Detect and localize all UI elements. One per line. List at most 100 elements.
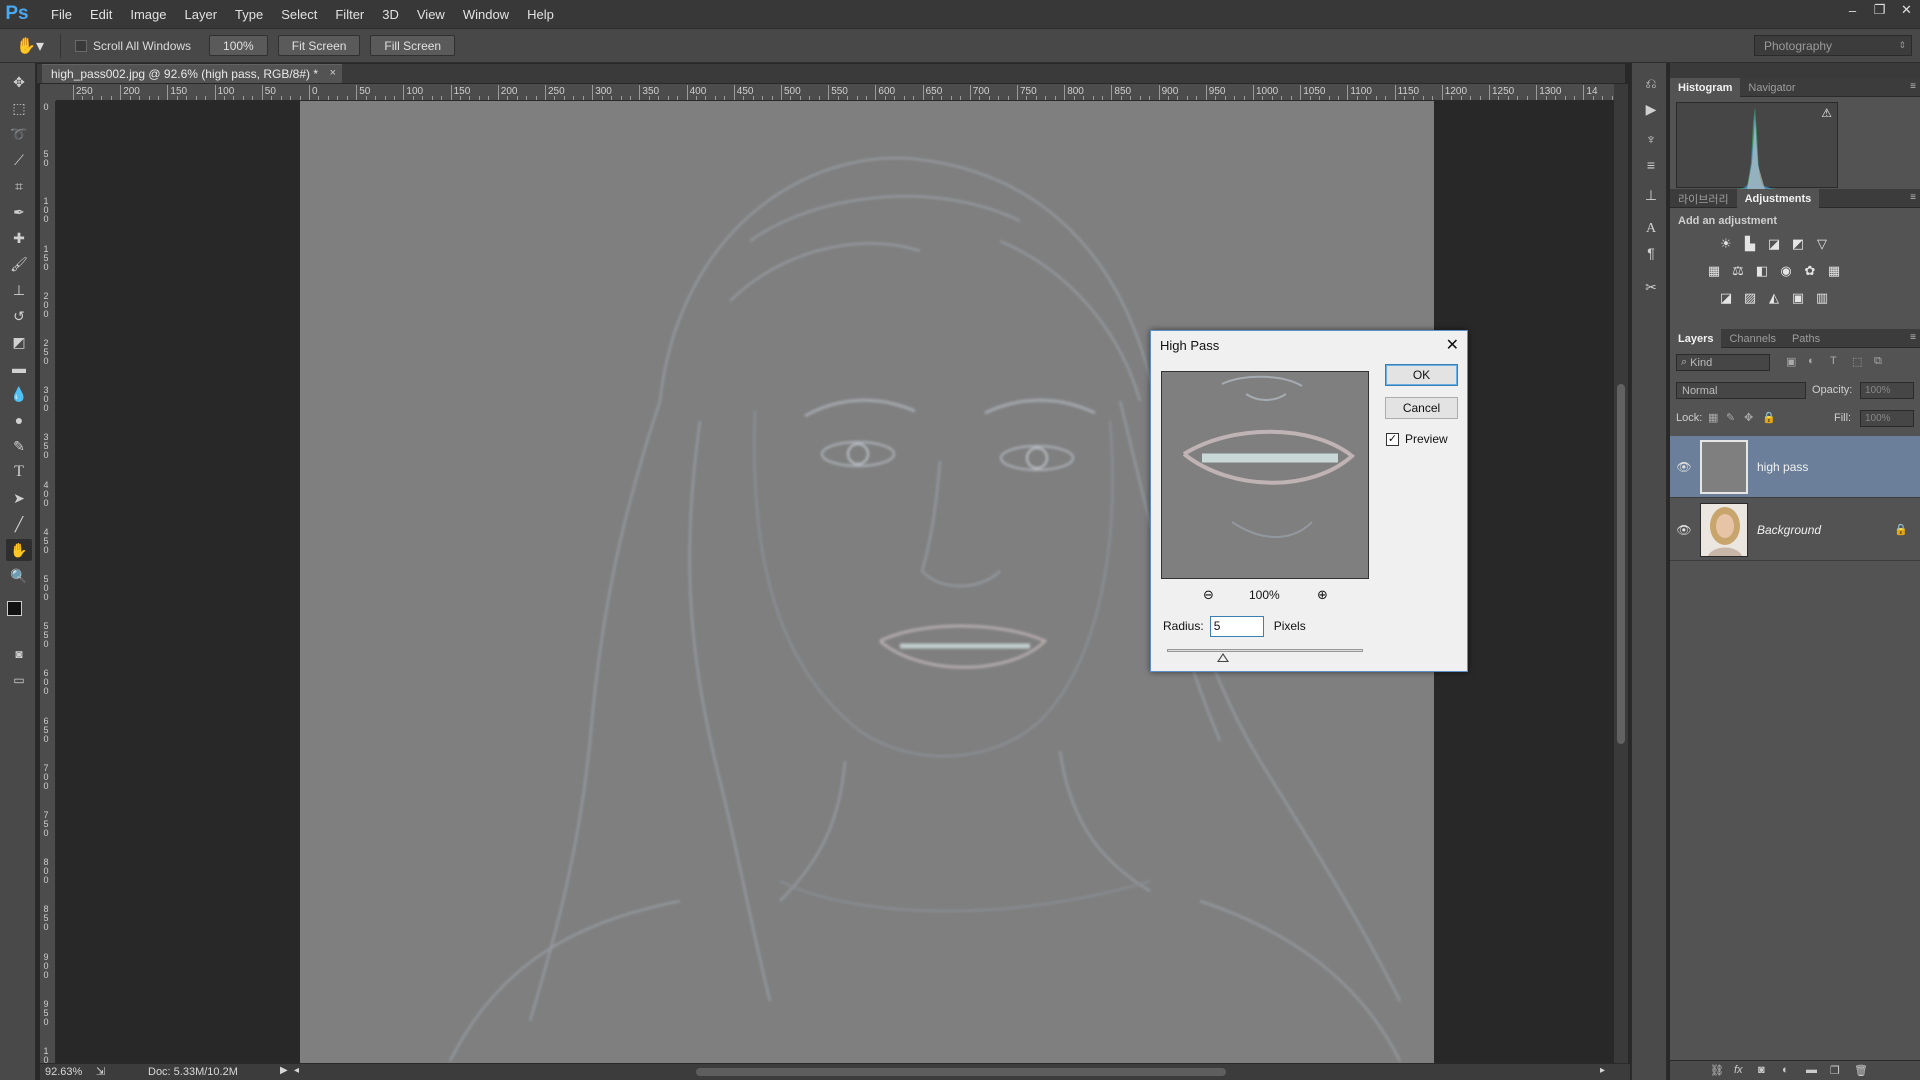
- tab-adjustments[interactable]: Adjustments: [1736, 189, 1820, 208]
- menu-type[interactable]: Type: [226, 7, 272, 22]
- gradient-tool-icon[interactable]: ▬: [6, 357, 32, 379]
- cancel-button[interactable]: Cancel: [1385, 397, 1458, 419]
- filter-shape-icon[interactable]: ⬚: [1852, 355, 1862, 368]
- invert-icon[interactable]: ◪: [1718, 290, 1734, 306]
- close-icon[interactable]: ✕: [1446, 335, 1459, 355]
- warning-icon[interactable]: ⚠: [1821, 106, 1832, 120]
- menu-view[interactable]: View: [408, 7, 454, 22]
- scroll-left-icon[interactable]: ◂: [294, 1065, 299, 1076]
- eye-icon[interactable]: 👁: [1670, 460, 1698, 474]
- panel-menu-icon[interactable]: ≡: [1910, 192, 1916, 203]
- brush-tool-icon[interactable]: 🖌: [6, 253, 32, 275]
- new-group-icon[interactable]: ▬: [1806, 1064, 1817, 1076]
- menu-edit[interactable]: Edit: [81, 7, 121, 22]
- path-selection-tool-icon[interactable]: ➤: [6, 487, 32, 509]
- blur-tool-icon[interactable]: 💧: [6, 383, 32, 405]
- hand-tool-icon[interactable]: ✋: [6, 539, 32, 561]
- radius-slider-track[interactable]: [1167, 649, 1363, 652]
- scroll-all-windows-checkbox[interactable]: Scroll All Windows: [75, 39, 191, 53]
- new-adjustment-layer-icon[interactable]: ◐: [1782, 1064, 1789, 1076]
- clone-source-icon[interactable]: ⊥: [1641, 185, 1661, 205]
- workspace-select[interactable]: Photography ⇕: [1754, 35, 1912, 56]
- lock-position-icon[interactable]: ✥: [1744, 411, 1753, 424]
- hand-tool-preset-icon[interactable]: ✋▾: [10, 36, 50, 56]
- zoom-in-icon[interactable]: ⊕: [1317, 587, 1328, 603]
- clone-stamp-tool-icon[interactable]: ⊥: [6, 279, 32, 301]
- filter-pixel-icon[interactable]: ▣: [1786, 355, 1796, 368]
- brush-settings-icon[interactable]: ≡: [1641, 155, 1661, 175]
- layer-row-high-pass[interactable]: 👁 high pass: [1670, 436, 1920, 498]
- menu-layer[interactable]: Layer: [176, 7, 227, 22]
- status-menu-arrow-icon[interactable]: ▶: [280, 1065, 288, 1076]
- zoom-tool-icon[interactable]: 🔍: [6, 565, 32, 587]
- foreground-color-swatch[interactable]: [7, 601, 22, 616]
- black-white-icon[interactable]: ◧: [1754, 263, 1770, 279]
- actions-play-icon[interactable]: ▶: [1641, 99, 1661, 119]
- gradient-map-icon[interactable]: ▥: [1814, 290, 1830, 306]
- type-tool-icon[interactable]: T: [6, 461, 32, 483]
- blend-mode-select[interactable]: Normal: [1676, 382, 1806, 399]
- horizontal-scroll-thumb[interactable]: [696, 1068, 1226, 1076]
- quick-select-tool-icon[interactable]: ⟋: [6, 149, 32, 171]
- tab-navigator[interactable]: Navigator: [1740, 78, 1803, 97]
- zoom-out-icon[interactable]: ⊖: [1203, 587, 1214, 603]
- zoom-100-button[interactable]: 100%: [209, 35, 268, 56]
- scroll-right-icon[interactable]: ▸: [1600, 1065, 1605, 1076]
- marquee-tool-icon[interactable]: ⬚: [6, 97, 32, 119]
- export-icon[interactable]: ⇲: [96, 1065, 105, 1078]
- photo-filter-icon[interactable]: ◉: [1778, 263, 1794, 279]
- menu-window[interactable]: Window: [454, 7, 518, 22]
- menu-help[interactable]: Help: [518, 7, 563, 22]
- opacity-input[interactable]: 100%: [1860, 382, 1914, 399]
- minimize-button[interactable]: –: [1839, 0, 1866, 20]
- channel-mixer-icon[interactable]: ✿: [1802, 263, 1818, 279]
- fx-icon[interactable]: fx: [1734, 1064, 1743, 1076]
- vertical-scroll-thumb[interactable]: [1617, 384, 1625, 744]
- menu-filter[interactable]: Filter: [326, 7, 373, 22]
- healing-brush-tool-icon[interactable]: ✚: [6, 227, 32, 249]
- link-layers-icon[interactable]: ⛓: [1710, 1064, 1724, 1077]
- vertical-scrollbar[interactable]: [1614, 84, 1628, 1066]
- document-tab[interactable]: high_pass002.jpg @ 92.6% (high pass, RGB…: [42, 64, 342, 83]
- brush-presets-icon[interactable]: ♆: [1641, 129, 1661, 149]
- restore-button[interactable]: ❐: [1866, 0, 1893, 20]
- eraser-tool-icon[interactable]: ◩: [6, 331, 32, 353]
- vibrance-icon[interactable]: ▽: [1814, 236, 1830, 252]
- checkbox-box[interactable]: [75, 39, 87, 52]
- add-mask-icon[interactable]: ◙: [1758, 1064, 1765, 1076]
- eye-icon[interactable]: 👁: [1670, 523, 1698, 537]
- lock-pixels-icon[interactable]: ✎: [1726, 411, 1735, 424]
- menu-select[interactable]: Select: [272, 7, 326, 22]
- screen-mode-icon[interactable]: ▭: [6, 669, 32, 691]
- lock-all-icon[interactable]: 🔒: [1762, 411, 1776, 424]
- tab-paths[interactable]: Paths: [1784, 329, 1828, 348]
- eyedropper-tool-icon[interactable]: ✒: [6, 201, 32, 223]
- curves-icon[interactable]: ◪: [1766, 236, 1782, 252]
- new-layer-icon[interactable]: ❐: [1830, 1064, 1840, 1077]
- layer-filter-select[interactable]: ⌕ Kind: [1676, 354, 1770, 371]
- lasso-tool-icon[interactable]: ➰: [6, 123, 32, 145]
- color-lookup-icon[interactable]: ▦: [1826, 263, 1842, 279]
- line-tool-icon[interactable]: ╱: [6, 513, 32, 535]
- crop-tool-icon[interactable]: ⌗: [6, 175, 32, 197]
- tool-presets-icon[interactable]: ✂: [1641, 277, 1661, 297]
- filter-preview[interactable]: [1161, 371, 1369, 579]
- selective-color-icon[interactable]: ▣: [1790, 290, 1806, 306]
- move-tool-icon[interactable]: ✥: [6, 71, 32, 93]
- ok-button[interactable]: OK: [1385, 364, 1458, 386]
- history-brush-tool-icon[interactable]: ↺: [6, 305, 32, 327]
- brightness-icon[interactable]: ☀: [1718, 236, 1734, 252]
- lock-transparency-icon[interactable]: ▦: [1708, 411, 1718, 424]
- panel-menu-icon[interactable]: ≡: [1910, 332, 1916, 343]
- history-icon[interactable]: ⎌: [1641, 73, 1661, 93]
- close-window-button[interactable]: ✕: [1893, 0, 1920, 20]
- checkmark-icon[interactable]: ✓: [1386, 432, 1399, 446]
- fit-screen-button[interactable]: Fit Screen: [277, 35, 361, 56]
- filter-type-icon[interactable]: T: [1830, 355, 1837, 367]
- posterize-icon[interactable]: ▨: [1742, 290, 1758, 306]
- radius-slider-handle[interactable]: [1217, 653, 1229, 662]
- preview-checkbox[interactable]: ✓ Preview: [1386, 432, 1448, 446]
- layer-name[interactable]: high pass: [1757, 460, 1808, 474]
- exposure-icon[interactable]: ◩: [1790, 236, 1806, 252]
- character-icon[interactable]: A: [1641, 219, 1661, 239]
